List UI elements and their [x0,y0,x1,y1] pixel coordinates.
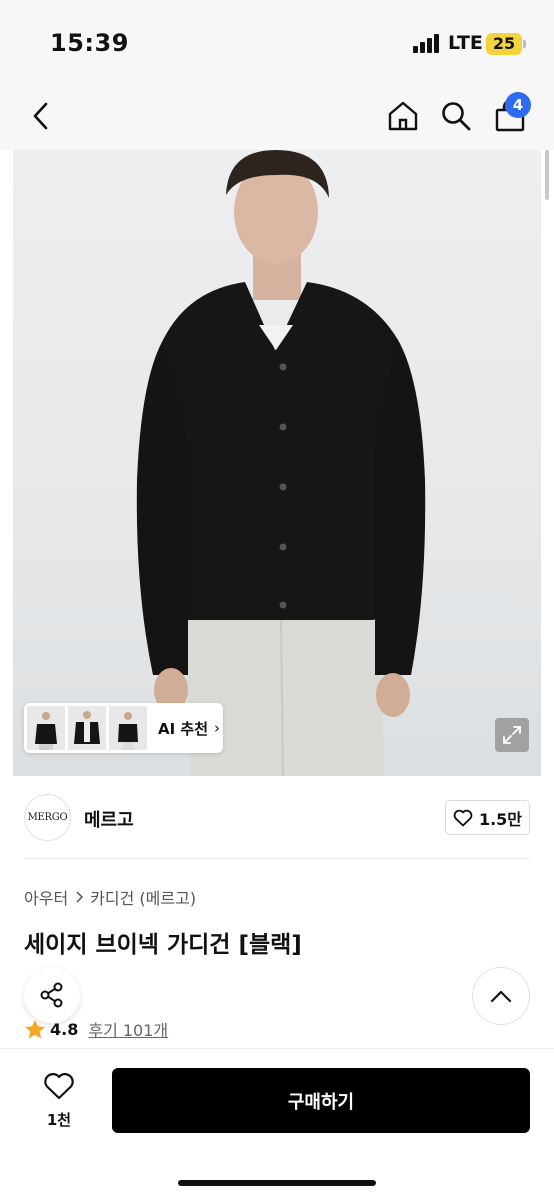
scroll-top-button[interactable] [472,967,530,1025]
expand-button[interactable] [495,718,529,752]
home-icon [388,101,418,131]
signal-icon [413,33,443,53]
share-button[interactable] [24,967,80,1023]
thumbnail-1[interactable] [27,706,65,750]
thumbnail-3[interactable] [109,706,147,750]
star-icon [25,1019,45,1038]
thumbnail-2[interactable] [68,706,106,750]
battery-icon: 25 [486,33,522,55]
product-image[interactable] [13,150,541,776]
brand-logo[interactable]: MERGO [24,794,71,841]
rating-value: 4.8 [50,1019,79,1039]
chevron-left-icon [33,102,48,130]
top-nav [0,86,554,150]
rating-row: 4.8 후기 101개 [24,1017,168,1041]
share-icon [40,982,63,1008]
battery-tip [523,40,526,48]
chevron-right-icon: › [214,719,221,737]
wishlist-count: 1천 [46,1111,72,1129]
scroll-indicator [545,150,549,200]
status-time: 15:39 [50,29,129,57]
ai-recommend-chip[interactable]: AI 추천 › [24,703,223,753]
chevron-right-icon [76,891,84,903]
breadcrumb: 아우터 카디건 (메르고) [24,885,196,909]
home-indicator [178,1180,376,1186]
network-label: LTE [448,32,483,54]
model-photo [136,150,426,776]
divider [24,858,530,859]
brand-like-count: 1.5만 [478,809,523,829]
heart-icon [44,1073,74,1100]
chevron-up-icon [490,990,512,1003]
heart-icon [453,809,473,826]
breadcrumb-item-outer[interactable]: 아우터 [24,885,68,909]
cart-count-badge: 4 [505,92,531,118]
brand-name[interactable]: 메르고 [84,806,134,832]
brand-like-button[interactable]: 1.5만 [445,800,530,835]
bottom-action-bar: 1천 구매하기 [0,1048,554,1200]
buy-button[interactable]: 구매하기 [112,1068,530,1133]
home-button[interactable] [381,94,425,138]
search-button[interactable] [434,94,478,138]
status-bar: 15:39 LTE 25 [0,0,554,86]
back-button[interactable] [20,94,64,138]
product-title: 세이지 브이넥 가디건 [블랙] [24,932,302,958]
wishlist-button[interactable]: 1천 [36,1071,82,1130]
search-icon [442,102,471,131]
breadcrumb-item-cardigan[interactable]: 카디건 (메르고) [90,885,196,909]
expand-icon [503,726,521,744]
brand-row[interactable]: MERGO 메르고 1.5만 [0,776,554,860]
review-link[interactable]: 후기 101개 [88,1017,168,1041]
ai-recommend-label: AI 추천 [158,719,209,738]
